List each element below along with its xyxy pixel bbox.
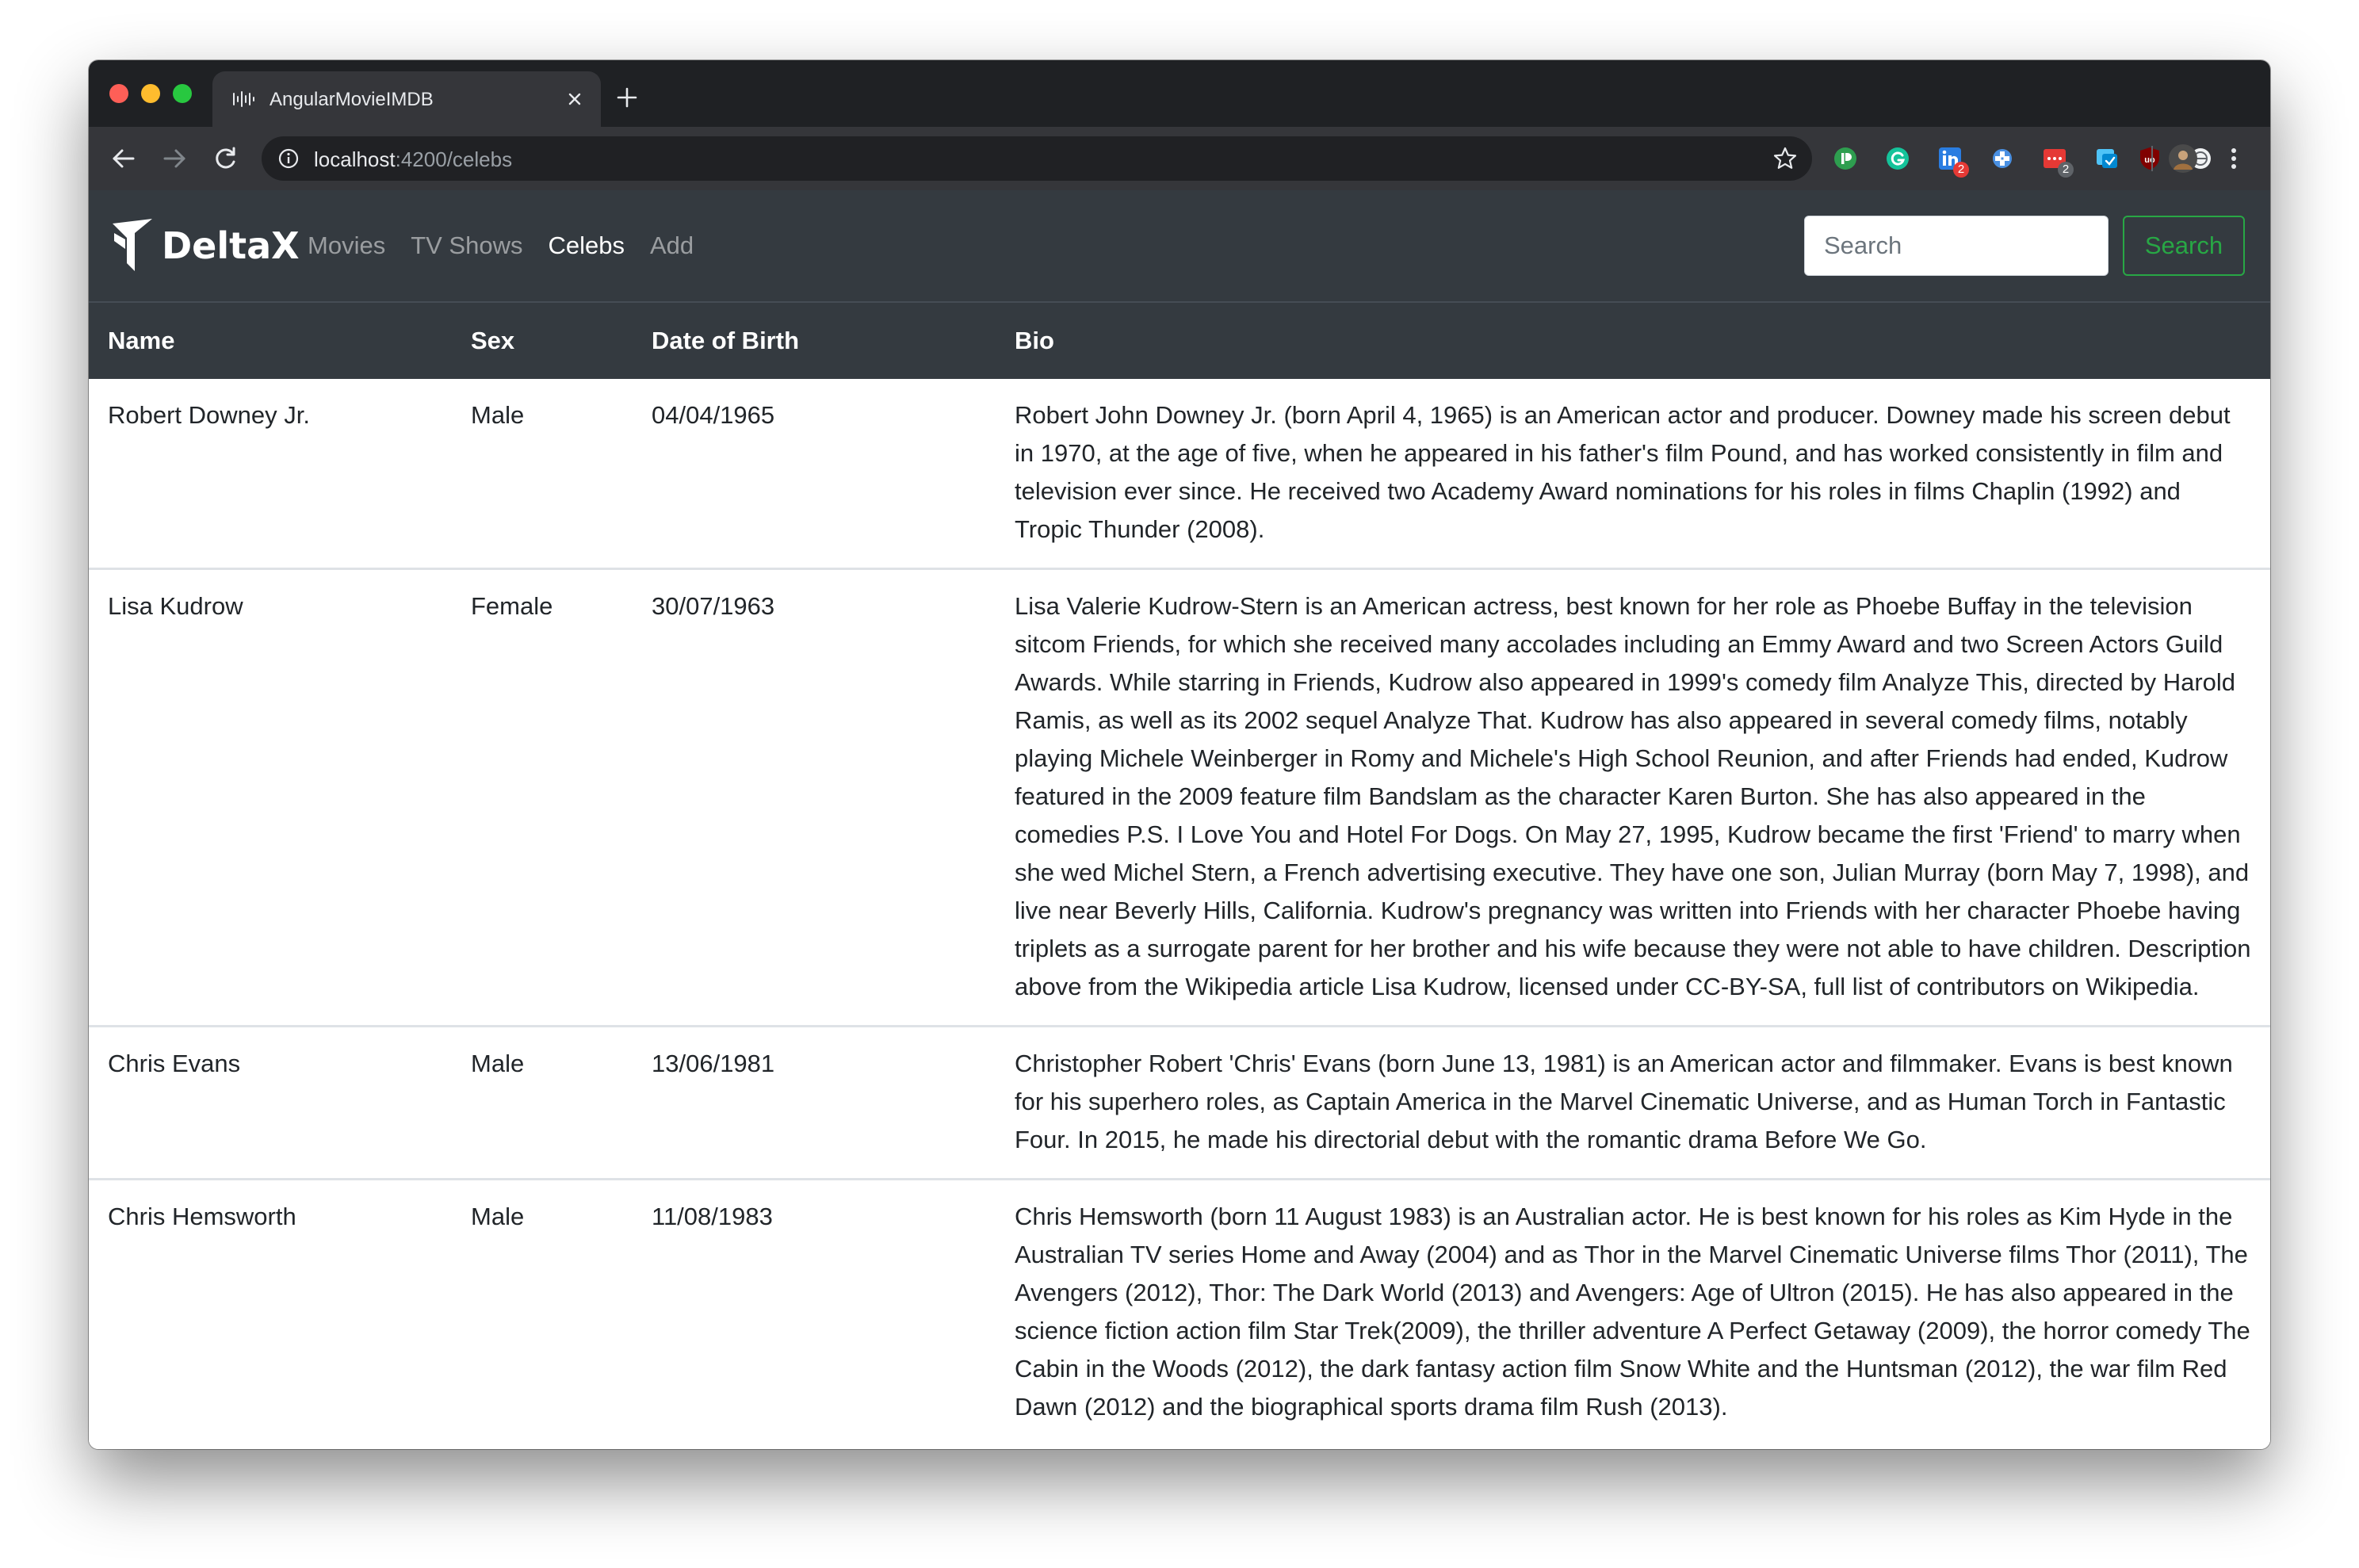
window-maximize-button[interactable] (173, 84, 192, 103)
tab-strip: AngularMovieIMDB (89, 60, 2270, 127)
extension-badge: 2 (2058, 162, 2074, 178)
cell-sex: Male (452, 1178, 633, 1445)
extension-blue-cross-icon[interactable] (1990, 146, 2015, 171)
extension-in-icon[interactable]: 2 (1937, 146, 1969, 178)
cell-dob: 04/04/1965 (652, 401, 775, 429)
bookmark-star-icon[interactable] (1772, 146, 1798, 171)
grammarly-icon[interactable] (1885, 146, 1910, 171)
info-icon[interactable] (277, 147, 300, 170)
nav-link-tv-shows[interactable]: TV Shows (411, 231, 522, 260)
toolbar-divider (2151, 146, 2153, 171)
svg-text:uo: uo (2144, 155, 2155, 165)
cell-name: Lisa Kudrow (89, 568, 452, 1027)
url-path: :4200/celebs (395, 147, 513, 171)
cell-dob: 30/07/1963 (633, 568, 996, 1027)
url-text: localhost:4200/celebs (314, 147, 512, 171)
deltax-logo-icon (113, 219, 152, 271)
window-close-button[interactable] (109, 84, 128, 103)
app-navbar: DeltaX Movies TV Shows Celebs Add Search (89, 190, 2270, 301)
tab-close-icon[interactable] (563, 87, 587, 111)
table-row: Robert Downey Jr. Male 04/04/1965 Robert… (89, 379, 2270, 569)
reload-icon[interactable] (209, 143, 241, 174)
forward-arrow-icon[interactable] (159, 143, 190, 174)
new-tab-plus-icon[interactable] (615, 86, 639, 109)
brand-name: DeltaX (162, 224, 300, 267)
header-name: Name (89, 301, 452, 379)
extension-translate-icon[interactable] (2094, 146, 2120, 171)
cell-dob: 13/06/1981 (633, 1025, 996, 1180)
browser-menu-kebab-icon[interactable] (2226, 144, 2242, 173)
table-row: Chris Hemsworth Male 11/08/1983 Chris He… (89, 1178, 2270, 1445)
address-bar[interactable]: localhost:4200/celebs (262, 136, 1812, 181)
cell-bio: Robert John Downey Jr. (born April 4, 19… (1015, 401, 2231, 543)
browser-toolbar: localhost:4200/celebs 2 2 uo (89, 127, 2270, 190)
table-header: Name Sex Date of Birth Bio (89, 301, 2270, 379)
nav-link-add[interactable]: Add (650, 231, 694, 260)
waveform-favicon-icon (233, 91, 254, 107)
table-header-row: Name Sex Date of Birth Bio (89, 301, 2270, 379)
nav-link-movies[interactable]: Movies (308, 231, 385, 260)
cell-bio: Lisa Valerie Kudrow-Stern is an American… (996, 568, 2270, 1027)
url-host: localhost (314, 147, 396, 171)
search-input[interactable] (1804, 216, 2109, 276)
cell-bio: Chris Hemsworth (born 11 August 1983) is… (996, 1178, 2270, 1445)
back-arrow-icon[interactable] (108, 143, 140, 174)
celebs-table-container[interactable]: Name Sex Date of Birth Bio Robert Downey… (89, 301, 2270, 1449)
browser-window: AngularMovieIMDB localhost:4200/celebs 2… (89, 60, 2270, 1449)
tab-title: AngularMovieIMDB (270, 89, 434, 110)
cell-sex: Female (452, 568, 633, 1027)
browser-tab[interactable]: AngularMovieIMDB (212, 71, 601, 127)
header-date-of-birth: Date of Birth (633, 301, 996, 379)
nav-links: Movies TV Shows Celebs Add (308, 190, 719, 301)
window-minimize-button[interactable] (141, 84, 160, 103)
profile-avatar[interactable] (2167, 143, 2199, 174)
extension-green-icon[interactable] (1833, 146, 1858, 171)
header-bio: Bio (996, 301, 2270, 379)
cell-name: Robert Downey Jr. (108, 401, 310, 429)
extension-calendar-icon[interactable]: 2 (2042, 146, 2074, 178)
header-sex: Sex (452, 301, 633, 379)
table-row: Lisa Kudrow Female 30/07/1963 Lisa Valer… (89, 568, 2270, 1027)
cell-dob: 11/08/1983 (633, 1178, 996, 1445)
celebs-table: Name Sex Date of Birth Bio Robert Downey… (89, 301, 2270, 1445)
nav-link-celebs[interactable]: Celebs (548, 231, 625, 260)
cell-sex: Male (471, 401, 525, 429)
cell-bio: Christopher Robert 'Chris' Evans (born J… (996, 1025, 2270, 1180)
cell-sex: Male (452, 1025, 633, 1180)
table-row: Chris Evans Male 13/06/1981 Christopher … (89, 1025, 2270, 1180)
search-button[interactable]: Search (2123, 216, 2245, 276)
ublock-origin-icon[interactable]: uo (2137, 146, 2162, 171)
extension-badge: 2 (1953, 162, 1969, 178)
brand-link[interactable]: DeltaX (111, 214, 300, 277)
table-body: Robert Downey Jr. Male 04/04/1965 Robert… (89, 379, 2270, 1445)
cell-name: Chris Hemsworth (89, 1178, 452, 1445)
cell-name: Chris Evans (89, 1025, 452, 1180)
